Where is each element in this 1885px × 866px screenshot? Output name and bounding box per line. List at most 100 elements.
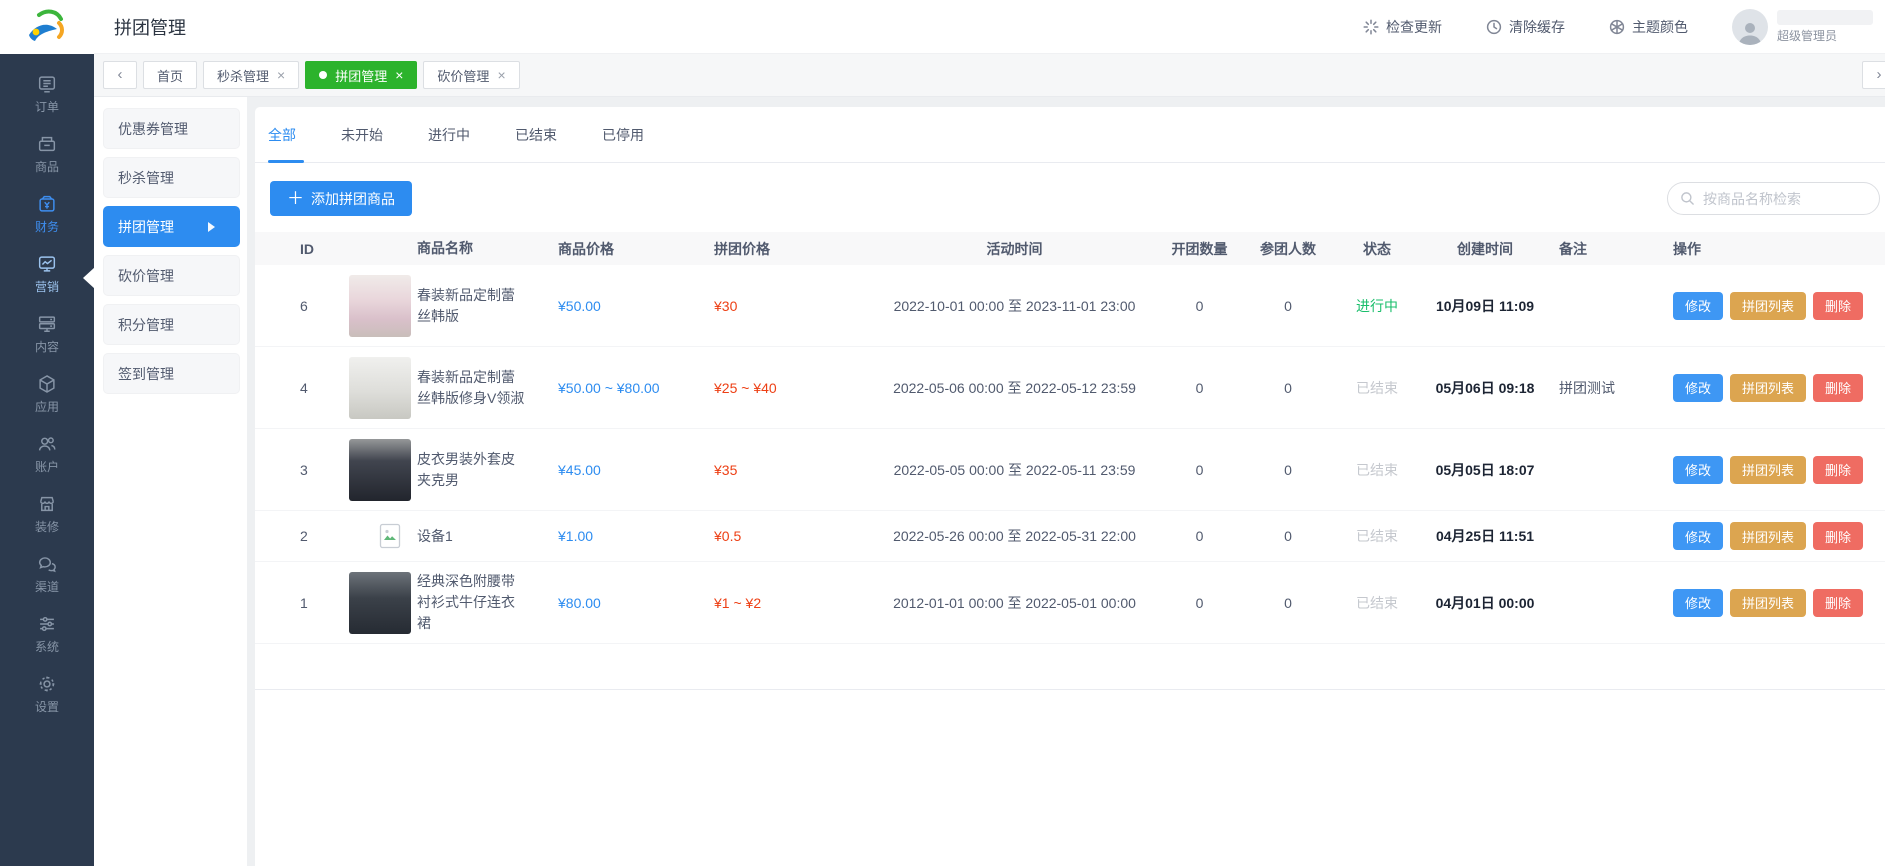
filter-tab-stopped[interactable]: 已停用 — [602, 125, 644, 145]
brand-logo-icon — [25, 7, 69, 47]
search-box — [1667, 182, 1880, 215]
content-icon — [36, 313, 58, 335]
theme-color-label: 主题颜色 — [1632, 17, 1688, 37]
submenu-item-groupbuy[interactable]: 拼团管理 — [103, 206, 240, 247]
filter-tab-running[interactable]: 进行中 — [428, 125, 470, 145]
sidebar-item-goods[interactable]: 商品 — [0, 124, 94, 184]
cell-id: 6 — [300, 298, 349, 314]
submenu-item-points[interactable]: 积分管理 — [103, 304, 240, 345]
check-update-button[interactable]: 检查更新 — [1363, 17, 1442, 37]
product-image[interactable] — [349, 572, 411, 634]
tabs-scroll-left-button[interactable]: ‹ — [103, 61, 137, 89]
submenu-item-bargain[interactable]: 砍价管理 — [103, 255, 240, 296]
filter-tab-ended[interactable]: 已结束 — [515, 125, 557, 145]
sidebar-item-label: 系统 — [35, 638, 59, 655]
cell-group-price: ¥1 ~ ¥2 — [714, 595, 872, 611]
sidebar-item-finance[interactable]: 财务 — [0, 184, 94, 244]
delete-button[interactable]: 删除 — [1813, 374, 1863, 402]
add-groupbuy-product-button[interactable]: ＋ 添加拼团商品 — [270, 181, 412, 216]
cell-time: 2022-05-05 00:00 至 2022-05-11 23:59 — [872, 460, 1157, 480]
submenu-item-coupon[interactable]: 优惠券管理 — [103, 108, 240, 149]
sidebar-item-content[interactable]: 内容 — [0, 304, 94, 364]
groupbuy-table: ID 商品名称 商品价格 拼团价格 活动时间 开团数量 参团人数 状态 创建时间… — [255, 232, 1885, 644]
sidebar-item-settings[interactable]: 设置 — [0, 664, 94, 724]
decorate-icon — [36, 493, 58, 515]
sidebar-item-apps[interactable]: 应用 — [0, 364, 94, 424]
delete-button[interactable]: 删除 — [1813, 292, 1863, 320]
clear-cache-button[interactable]: 清除缓存 — [1486, 17, 1565, 37]
plus-icon: ＋ — [287, 190, 304, 207]
group-list-button[interactable]: 拼团列表 — [1730, 589, 1806, 617]
group-list-button[interactable]: 拼团列表 — [1730, 292, 1806, 320]
orders-icon — [36, 73, 58, 95]
edit-button[interactable]: 修改 — [1673, 374, 1723, 402]
app-logo[interactable] — [0, 0, 94, 54]
search-icon — [1680, 191, 1695, 206]
tab-seckill[interactable]: 秒杀管理 × — [203, 61, 299, 89]
goods-icon — [36, 133, 58, 155]
delete-button[interactable]: 删除 — [1813, 456, 1863, 484]
cell-open-count: 0 — [1157, 298, 1242, 314]
filter-tab-all[interactable]: 全部 — [268, 125, 296, 145]
sidebar-item-accounts[interactable]: 账户 — [0, 424, 94, 484]
toolbar: ＋ 添加拼团商品 — [255, 181, 1885, 216]
close-icon[interactable]: × — [395, 68, 403, 82]
col-remark: 备注 — [1550, 239, 1660, 259]
tabs-scroll-right-button[interactable]: › — [1862, 61, 1885, 89]
cell-open-count: 0 — [1157, 380, 1242, 396]
delete-button[interactable]: 删除 — [1813, 589, 1863, 617]
filter-tab-notstarted[interactable]: 未开始 — [341, 125, 383, 145]
cell-join-count: 0 — [1242, 298, 1334, 314]
col-time: 活动时间 — [872, 239, 1157, 259]
product-image[interactable] — [349, 439, 411, 501]
tab-bargain[interactable]: 砍价管理 × — [423, 61, 519, 89]
topbar: 拼团管理 检查更新 清除缓存 主题颜色 超级管理员 — [94, 0, 1885, 54]
apps-icon — [36, 373, 58, 395]
cell-join-count: 0 — [1242, 595, 1334, 611]
theme-color-icon — [1609, 19, 1625, 35]
edit-button[interactable]: 修改 — [1673, 522, 1723, 550]
sidebar-item-orders[interactable]: 订单 — [0, 64, 94, 124]
cell-group-price: ¥25 ~ ¥40 — [714, 380, 872, 396]
cell-created: 05月05日 18:07 — [1420, 460, 1550, 480]
status-badge: 已结束 — [1334, 526, 1420, 546]
cell-join-count: 0 — [1242, 380, 1334, 396]
group-list-button[interactable]: 拼团列表 — [1730, 374, 1806, 402]
clear-cache-label: 清除缓存 — [1509, 17, 1565, 37]
product-image[interactable] — [349, 275, 411, 337]
tab-home[interactable]: 首页 — [143, 61, 197, 89]
sidebar-item-label: 财务 — [35, 218, 59, 235]
group-list-button[interactable]: 拼团列表 — [1730, 456, 1806, 484]
channels-icon — [36, 553, 58, 575]
sidebar-item-label: 设置 — [35, 698, 59, 715]
submenu-item-checkin[interactable]: 签到管理 — [103, 353, 240, 394]
tab-label: 砍价管理 — [437, 66, 489, 85]
delete-button[interactable]: 删除 — [1813, 522, 1863, 550]
submenu-item-seckill[interactable]: 秒杀管理 — [103, 157, 240, 198]
close-icon[interactable]: × — [277, 68, 285, 82]
accounts-icon — [36, 433, 58, 455]
cell-join-count: 0 — [1242, 462, 1334, 478]
tab-groupbuy[interactable]: 拼团管理 × — [305, 61, 417, 89]
page: 订单 商品 财务 营销 内容 应用 — [0, 0, 1885, 866]
search-input[interactable] — [1703, 191, 1869, 207]
group-list-button[interactable]: 拼团列表 — [1730, 522, 1806, 550]
tab-label: 秒杀管理 — [217, 66, 269, 85]
main-nav: 订单 商品 财务 营销 内容 应用 — [0, 54, 94, 724]
settings-icon — [36, 673, 58, 695]
edit-button[interactable]: 修改 — [1673, 456, 1723, 484]
product-image[interactable] — [349, 357, 411, 419]
sidebar-item-system[interactable]: 系统 — [0, 604, 94, 664]
edit-button[interactable]: 修改 — [1673, 292, 1723, 320]
sidebar-item-channels[interactable]: 渠道 — [0, 544, 94, 604]
cell-name: 经典深色附腰带衬衫式牛仔连衣裙 — [417, 571, 527, 634]
close-icon[interactable]: × — [497, 68, 505, 82]
user-menu[interactable]: 超级管理员 — [1732, 9, 1873, 45]
sidebar-item-decorate[interactable]: 装修 — [0, 484, 94, 544]
page-title: 拼团管理 — [114, 14, 186, 40]
theme-color-button[interactable]: 主题颜色 — [1609, 17, 1688, 37]
main-sidebar: 订单 商品 财务 营销 内容 应用 — [0, 0, 94, 866]
edit-button[interactable]: 修改 — [1673, 589, 1723, 617]
sidebar-item-marketing[interactable]: 营销 — [0, 244, 94, 304]
cell-price: ¥50.00 — [558, 298, 714, 314]
